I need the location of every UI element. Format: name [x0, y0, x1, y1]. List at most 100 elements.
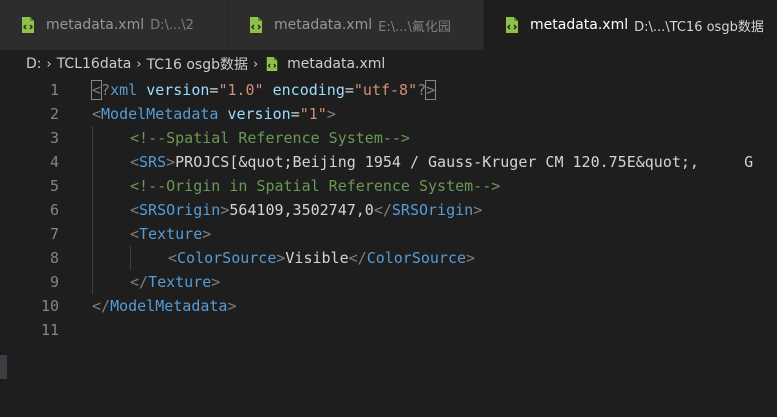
line-content: <SRSOrigin>564109,3502747,0</SRSOrigin> [130, 198, 482, 222]
code-token: > [166, 153, 176, 171]
code-token: "1.0" [218, 81, 264, 99]
line-content: <ModelMetadata version="1"> [92, 102, 336, 126]
code-line[interactable]: 5 <!--Origin in Spatial Reference System-… [0, 174, 777, 198]
code-line[interactable]: 6 <SRSOrigin>564109,3502747,0</SRSOrigin> [0, 198, 777, 222]
tab-path: E:\...\氟化园 [378, 19, 451, 35]
code-line[interactable]: 3 <!--Spatial Reference System--> [0, 126, 777, 150]
code-line[interactable]: 7 <Texture> [0, 222, 777, 246]
indent-guide [92, 174, 93, 198]
code-token: </ [348, 249, 367, 267]
xml-file-icon [250, 17, 262, 33]
code-token: xml [110, 81, 138, 99]
code-line[interactable]: 11 [0, 318, 777, 342]
code-token: < [130, 225, 140, 243]
code-token: SRSOrigin [391, 201, 474, 219]
tab-metadata-active[interactable]: metadata.xml D:\...\TC16 osgb数据 [484, 0, 777, 50]
code-token: <!--Spatial Reference System--> [130, 129, 410, 147]
xml-file-icon [22, 17, 34, 33]
line-content: <?xml version="1.0" encoding="utf-8"?> [90, 78, 437, 102]
breadcrumb: D: › TCL16data › TC16 osgb数据 › metadata.… [0, 52, 777, 76]
code-token: > [227, 297, 237, 315]
code-token: < [168, 249, 178, 267]
tab-metadata-d-2[interactable]: metadata.xml D:\...\2 [0, 0, 228, 50]
code-token: ModelMetadata [110, 297, 228, 315]
code-token: > [466, 249, 476, 267]
line-content: </ModelMetadata> [92, 294, 237, 318]
breadcrumb-folder[interactable]: TC16 osgb数据 [147, 54, 248, 74]
line-content: <ColorSource>Visible</ColorSource> [168, 246, 475, 270]
code-token: < [92, 105, 102, 123]
code-token: SRSOrigin [139, 201, 221, 219]
code-line[interactable]: 10 </ModelMetadata> [0, 294, 777, 318]
code-token: SRS [139, 153, 167, 171]
code-token: PROJCS[&quot;Beijing 1954 / Gauss-Kruger… [175, 153, 754, 171]
code-line[interactable]: 1 <?xml version="1.0" encoding="utf-8"?> [0, 78, 777, 102]
line-content: <!--Spatial Reference System--> [130, 126, 410, 150]
code-line[interactable]: 2 <ModelMetadata version="1"> [0, 102, 777, 126]
indent-guide [130, 246, 131, 270]
line-number: 3 [49, 129, 59, 147]
breadcrumb-folder[interactable]: TCL16data [57, 56, 132, 72]
code-token: < [90, 80, 103, 100]
breadcrumb-drive[interactable]: D: [26, 56, 42, 72]
indent-guide [92, 126, 93, 150]
line-number: 6 [49, 201, 59, 219]
code-line[interactable]: 9 </Texture> [0, 270, 777, 294]
tab-metadata-e[interactable]: metadata.xml E:\...\氟化园 [228, 0, 484, 50]
code-token: > [473, 201, 483, 219]
code-token: encoding [272, 81, 345, 99]
line-number: 8 [49, 249, 59, 267]
code-token: ColorSource [366, 249, 467, 267]
code-token: version [227, 105, 291, 123]
code-token: = [290, 105, 300, 123]
code-token: < [130, 153, 140, 171]
code-token: "1" [299, 105, 327, 123]
code-token: ModelMetadata [101, 105, 219, 123]
code-token: = [344, 81, 354, 99]
code-token: ? [101, 81, 111, 99]
code-token: "utf-8" [353, 81, 418, 99]
xml-file-icon [506, 17, 518, 33]
chevron-right-icon: › [136, 56, 142, 72]
breadcrumb-file[interactable]: metadata.xml [287, 56, 385, 72]
line-number: 10 [40, 297, 59, 315]
code-token: </ [130, 273, 149, 291]
tab-label: metadata.xml [274, 17, 373, 33]
line-content: <Texture> [130, 222, 211, 246]
line-number: 2 [49, 105, 59, 123]
code-token: > [202, 225, 212, 243]
code-line[interactable]: 8 <ColorSource>Visible</ColorSource> [0, 246, 777, 270]
code-token: Visible [285, 249, 349, 267]
code-editor[interactable]: 1 <?xml version="1.0" encoding="utf-8"?> 2… [0, 78, 777, 417]
indent-guide [92, 150, 93, 174]
scroll-indicator [0, 355, 7, 379]
indent-guide [92, 270, 93, 294]
code-line[interactable]: 4 <SRS>PROJCS[&quot;Beijing 1954 / Gauss-… [0, 150, 777, 174]
code-token: > [425, 80, 437, 100]
indent-guide [92, 198, 93, 222]
line-number: 5 [49, 177, 59, 195]
chevron-right-icon: › [252, 56, 259, 72]
code-token: < [130, 201, 140, 219]
tab-bar: metadata.xml D:\...\2 metadata.xml E:\..… [0, 0, 777, 50]
code-token: > [220, 201, 230, 219]
tab-label: metadata.xml [530, 17, 629, 33]
line-number: 7 [49, 225, 59, 243]
line-content: </Texture> [130, 270, 220, 294]
line-content: <!--Origin in Spatial Reference System--… [130, 174, 500, 198]
tab-label: metadata.xml [46, 17, 145, 33]
code-token: 564109,3502747,0 [229, 201, 374, 219]
tab-path: D:\...\TC16 osgb数据 [634, 19, 764, 35]
code-token: > [326, 105, 336, 123]
indent-guide [92, 246, 93, 270]
code-token: <!--Origin in Spatial Reference System--… [130, 177, 501, 195]
indent-guide [92, 222, 93, 246]
code-token: version [146, 81, 210, 99]
line-number: 9 [49, 273, 59, 291]
line-content: <SRS>PROJCS[&quot;Beijing 1954 / Gauss-K… [130, 150, 753, 174]
code-token: ColorSource [177, 249, 277, 267]
chevron-right-icon: › [46, 56, 52, 72]
code-token: Texture [139, 225, 203, 243]
code-token: ? [417, 81, 427, 99]
